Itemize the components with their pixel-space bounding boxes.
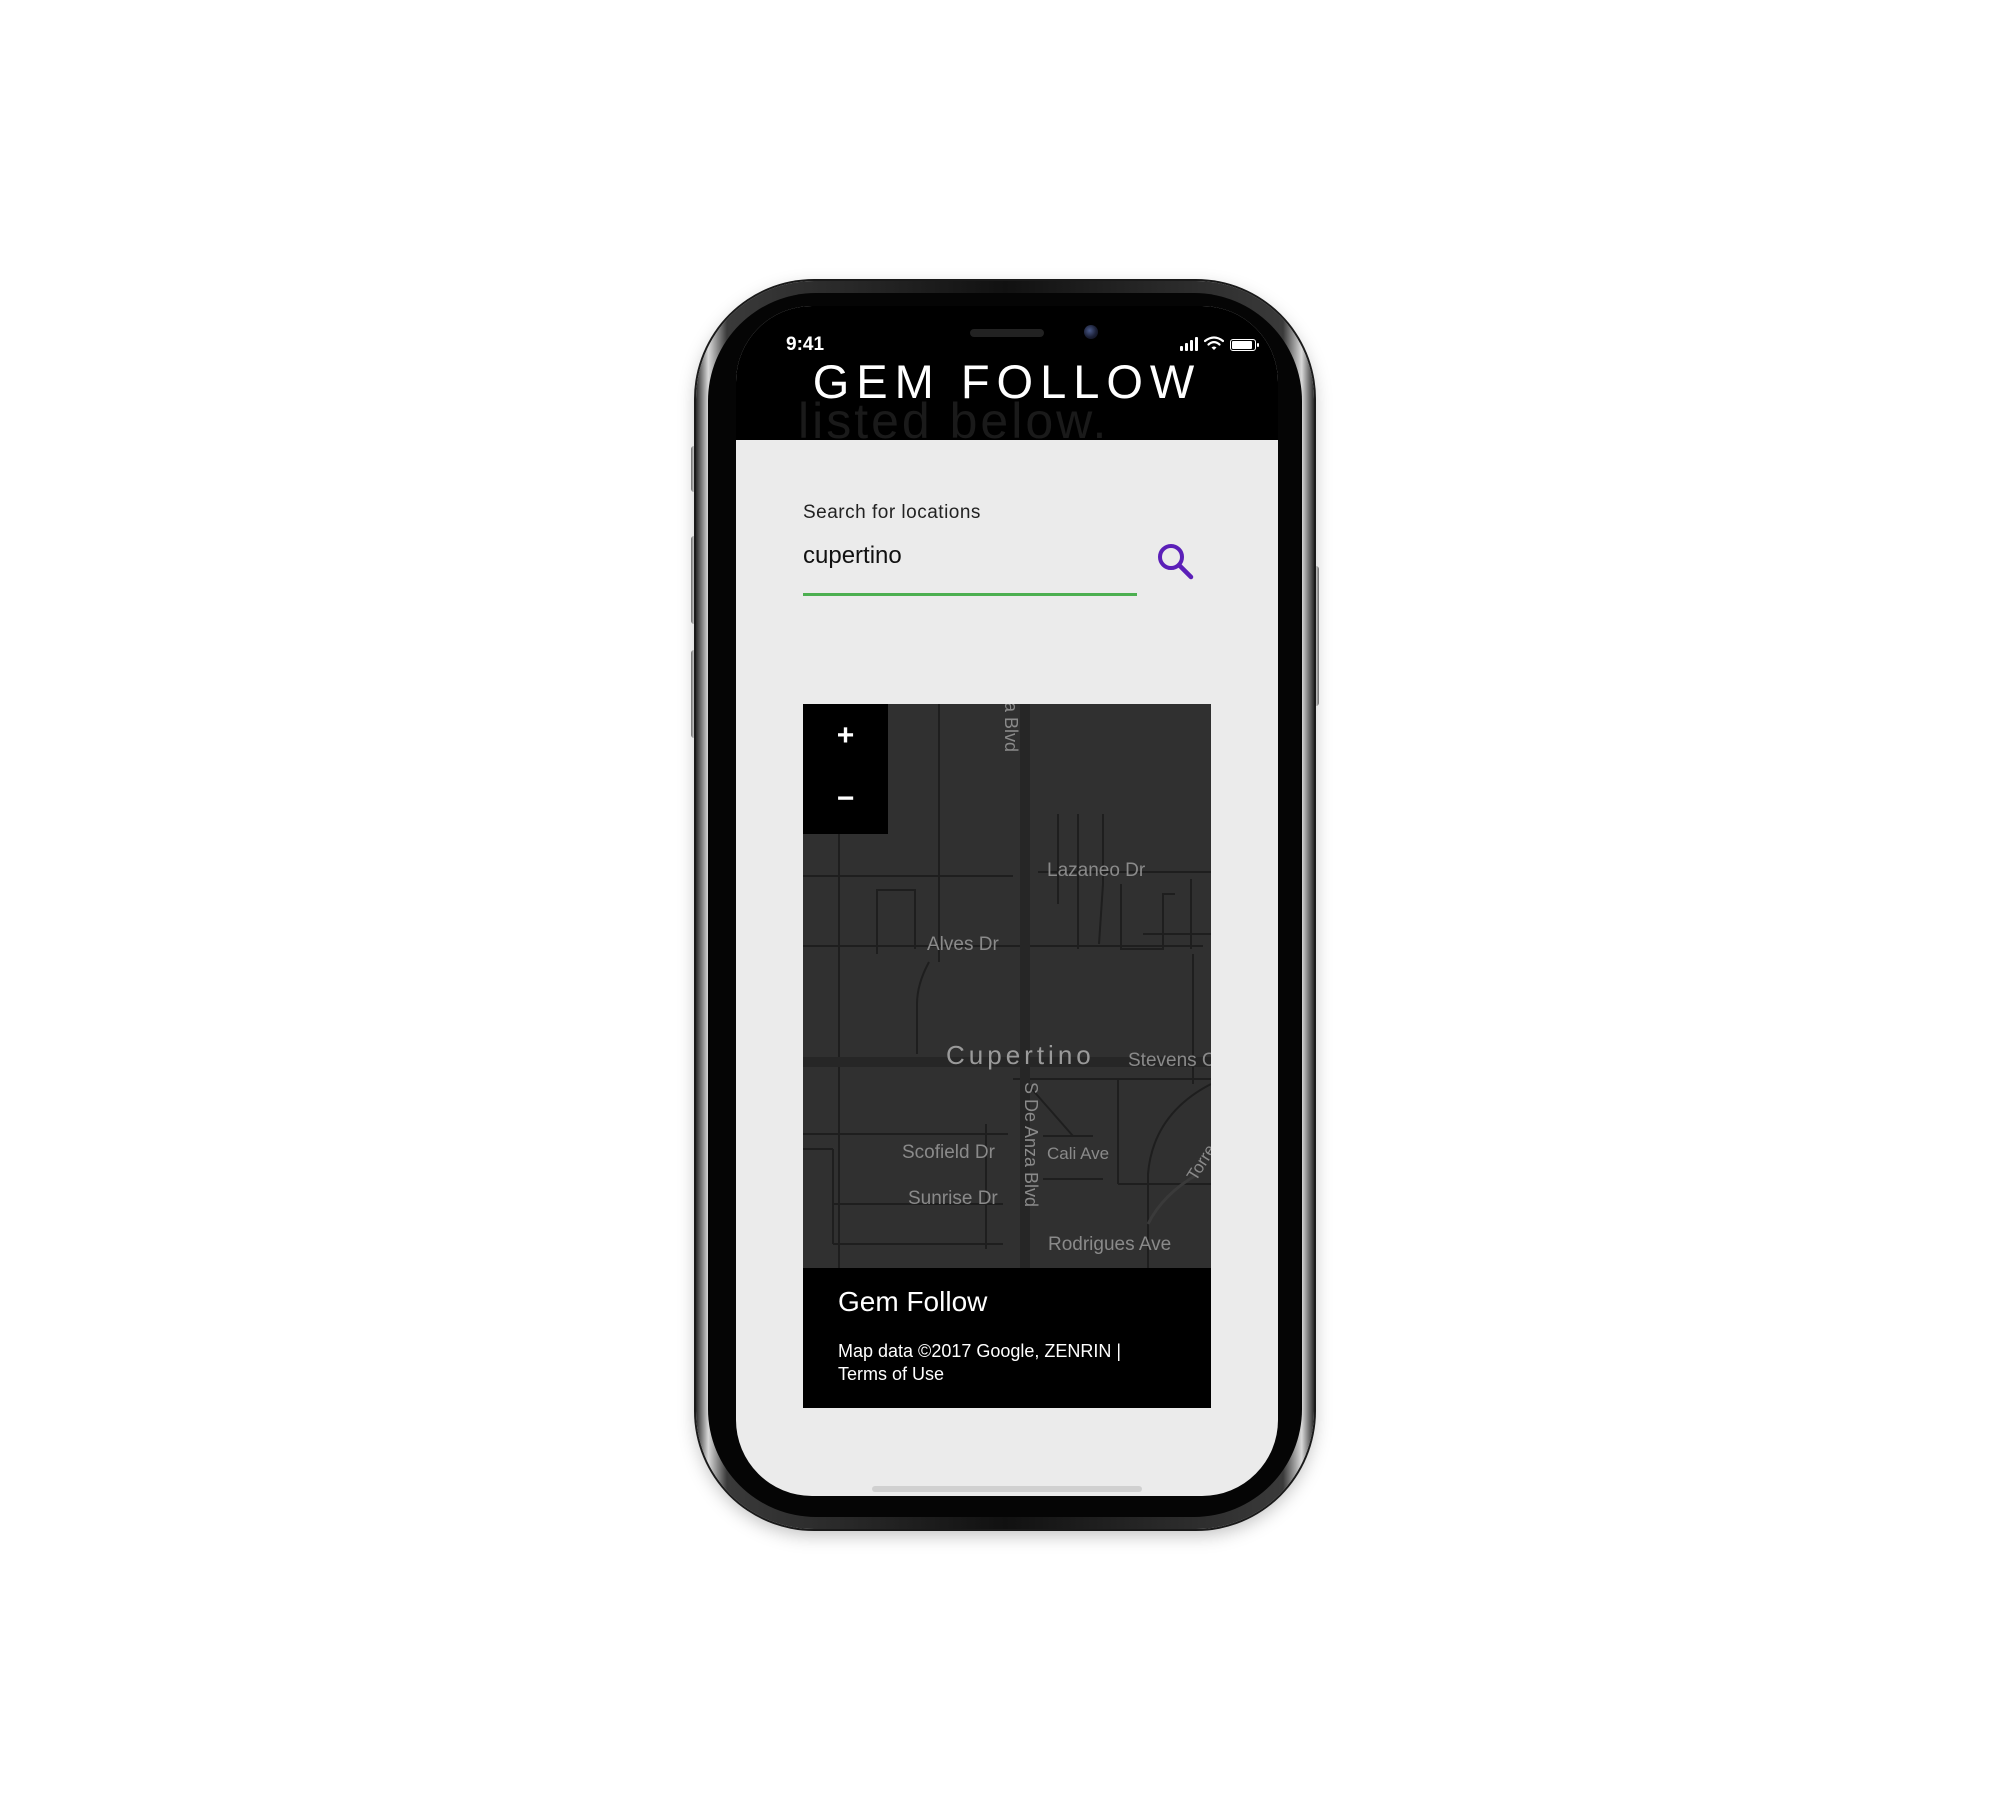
- search-input[interactable]: [803, 538, 1137, 574]
- map-footer-title: Gem Follow: [838, 1286, 988, 1317]
- map-label-street: Alves Dr: [927, 934, 999, 955]
- map-label-street: Cali Ave: [1047, 1144, 1110, 1163]
- map-label-street: Sunrise Dr: [908, 1188, 998, 1209]
- front-camera: [1084, 325, 1098, 339]
- home-indicator[interactable]: [872, 1486, 1142, 1492]
- zoom-out-button[interactable]: −: [803, 769, 888, 829]
- map-card: a Blvd Lazaneo Dr Alves Dr Cupertino Ste…: [803, 704, 1211, 1408]
- battery-icon: [1230, 339, 1259, 351]
- map-canvas[interactable]: a Blvd Lazaneo Dr Alves Dr Cupertino Ste…: [803, 704, 1211, 1268]
- search-button[interactable]: [1154, 540, 1198, 584]
- status-icons: [1180, 336, 1259, 351]
- map-label-street: Rodrigues Ave: [1048, 1234, 1172, 1255]
- stage: 9:41 listed below. GEM FOLLOW Search for…: [0, 0, 2000, 1800]
- wifi-icon: [1204, 336, 1224, 350]
- speaker: [970, 329, 1044, 337]
- map-label-street: Scofield Dr: [902, 1142, 995, 1163]
- map-label-city: Cupertino: [946, 1040, 1095, 1070]
- map-label-street: a Blvd: [1001, 704, 1021, 753]
- phone-screen: 9:41 listed below. GEM FOLLOW Search for…: [736, 306, 1278, 1496]
- map-label-street: S De Anza Blvd: [1021, 1082, 1041, 1208]
- battery-level: [1232, 341, 1252, 349]
- signal-icon: [1180, 337, 1198, 351]
- zoom-controls: + −: [803, 704, 888, 834]
- zoom-in-button[interactable]: +: [803, 706, 888, 766]
- search-icon: [1158, 544, 1194, 580]
- status-time: 9:41: [786, 334, 825, 355]
- map-attribution-text: Map data ©2017 Google, ZENRIN |: [838, 1341, 1122, 1361]
- search-label: Search for locations: [803, 502, 981, 523]
- app-title: GEM FOLLOW: [812, 355, 1202, 408]
- map-footer: Gem Follow Map data ©2017 Google, ZENRIN…: [803, 1268, 1211, 1408]
- search-underline: [803, 593, 1137, 596]
- notch: [874, 306, 1140, 344]
- map-label-street: Stevens C: [1128, 1050, 1211, 1071]
- terms-of-use-link[interactable]: Terms of Use: [838, 1363, 1121, 1386]
- map-attribution: Map data ©2017 Google, ZENRIN | Terms of…: [838, 1340, 1121, 1386]
- map-label-street: Lazaneo Dr: [1047, 860, 1146, 881]
